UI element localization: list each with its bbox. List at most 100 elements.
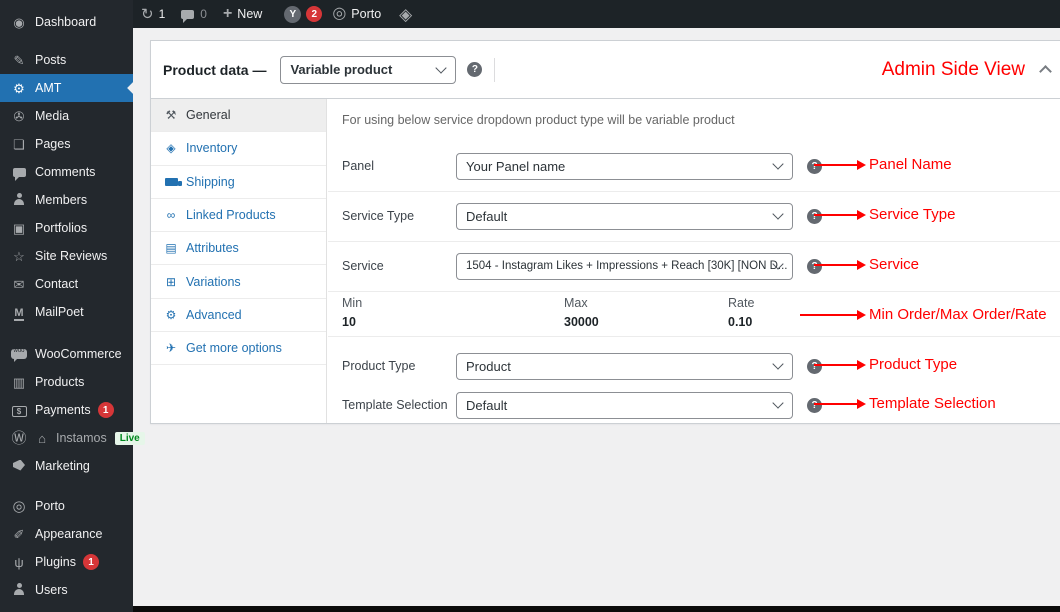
tab-label: Advanced [186, 307, 242, 322]
sidebar-label: WooCommerce [35, 347, 122, 361]
sidebar-label: Dashboard [35, 15, 97, 29]
sidebar-item-members[interactable]: Members [0, 186, 133, 214]
panel-label: Panel [342, 159, 374, 173]
sidebar-item-users[interactable]: Users [0, 576, 133, 604]
topbar-updates[interactable]: ↻ 1 [141, 7, 165, 22]
plane-icon: ✈ [165, 341, 177, 356]
sidebar-label: Porto [35, 499, 65, 513]
yoast-notification-badge: 2 [306, 6, 323, 22]
service-type-select[interactable]: Default [456, 202, 793, 230]
template-selection-select[interactable]: Default [456, 391, 793, 419]
service-type-annotation: Service Type [869, 206, 956, 223]
sidebar-label: Marketing [35, 459, 90, 473]
tab-general[interactable]: ⚒ General [151, 99, 326, 133]
tab-label: Get more options [186, 341, 282, 356]
pushpin-icon: ✎ [13, 52, 25, 68]
sidebar-item-site-reviews[interactable]: ☆ Site Reviews [0, 242, 133, 270]
gear-icon: ⚙ [13, 80, 25, 96]
porto-icon: ◎ [332, 5, 347, 22]
topbar-porto[interactable]: ◎ Porto [332, 6, 381, 22]
help-icon[interactable]: ? [807, 358, 822, 374]
template-selection-annotation: Template Selection [869, 395, 996, 412]
sidebar-label: Products [35, 375, 85, 389]
product-type-label: Product Type [342, 359, 416, 373]
tab-label: Shipping [186, 174, 235, 189]
plus-icon: + [222, 5, 233, 22]
annotation-arrow [814, 210, 866, 220]
sidebar-item-portfolios[interactable]: ▣ Portfolios [0, 214, 133, 242]
sidebar-item-site-instamos[interactable]: Ⓦ ⌂ Instamos Live [0, 424, 145, 452]
sidebar-label: Users [35, 583, 68, 597]
media-icon: ✇ [13, 108, 25, 124]
tab-label: Variations [186, 274, 241, 289]
variable-product-info-text: For using below service dropdown product… [342, 113, 735, 127]
sidebar-label: Members [35, 193, 88, 207]
product-type-field-value: Product [466, 358, 511, 374]
star-icon: ☆ [13, 248, 25, 264]
tab-get-more-options[interactable]: ✈ Get more options [151, 332, 326, 366]
template-selection-label: Template Selection [342, 398, 448, 412]
sidebar-item-woocommerce[interactable]: WooCommerce [0, 340, 133, 368]
sidebar-item-appearance[interactable]: ✐ Appearance [0, 520, 133, 548]
truck-icon [163, 176, 182, 188]
help-icon[interactable]: ? [807, 208, 822, 224]
tab-shipping[interactable]: Shipping [151, 166, 326, 199]
sidebar-label: Posts [35, 53, 67, 67]
payments-icon: $ [10, 403, 28, 418]
tab-linked-products[interactable]: ∞ Linked Products [151, 199, 326, 233]
sidebar-item-payments[interactable]: $ Payments 1 [0, 396, 133, 424]
payments-badge: 1 [97, 402, 114, 418]
help-icon[interactable]: ? [467, 62, 483, 77]
panel-select-value: Your Panel name [466, 158, 566, 174]
sidebar-item-pages[interactable]: ❏ Pages [0, 130, 133, 158]
tab-advanced[interactable]: ⚙ Advanced [151, 299, 326, 333]
tab-variations[interactable]: ⊞ Variations [151, 265, 326, 299]
max-header: Max [564, 296, 588, 310]
topbar-gem[interactable]: ◈ [399, 6, 412, 23]
sidebar-label: AMT [35, 81, 62, 95]
annotation-arrow [814, 160, 866, 170]
wordpress-admin-screen: ↻ 1 0 + New Y 2 ◎ Porto ◈ ◉ Dashboard ✎ [0, 0, 1060, 612]
sidebar-item-media[interactable]: ✇ Media [0, 102, 133, 130]
portfolio-icon: ▣ [12, 220, 26, 236]
annotation-arrow [800, 310, 866, 320]
service-annotation: Service [869, 256, 920, 273]
service-select-value: 1504 - Instagram Likes + Impressions + R… [466, 260, 788, 272]
topbar-yoast[interactable]: Y 2 [284, 5, 323, 23]
service-select[interactable]: 1504 - Instagram Likes + Impressions + R… [456, 252, 793, 280]
topbar-comments[interactable]: 0 [181, 7, 207, 23]
tab-inventory[interactable]: ◈ Inventory [151, 132, 326, 166]
sidebar-item-products[interactable]: ▥ Products [0, 368, 133, 396]
admin-side-view-annotation: Admin Side View [881, 58, 1025, 80]
sidebar-item-amt[interactable]: ⚙ AMT [0, 74, 133, 102]
sidebar-item-mailpoet[interactable]: M MailPoet [0, 298, 133, 326]
rate-value: 0.10 [728, 315, 753, 329]
sidebar-item-posts[interactable]: ✎ Posts [0, 46, 133, 74]
comments-count: 0 [200, 7, 207, 21]
service-type-select-value: Default [466, 208, 508, 224]
sidebar-item-porto[interactable]: ◎ Porto [0, 492, 133, 520]
tab-label: Inventory [186, 141, 238, 156]
product-type-field-select[interactable]: Product [456, 352, 793, 380]
home-icon: ⌂ [38, 430, 46, 446]
sidebar-item-contact[interactable]: ✉ Contact [0, 270, 133, 298]
tab-attributes[interactable]: ▤ Attributes [151, 232, 326, 266]
product-type-select[interactable]: Variable product [280, 55, 457, 84]
panel-select[interactable]: Your Panel name [456, 152, 793, 180]
link-icon: ∞ [166, 208, 176, 223]
person-icon [10, 193, 28, 207]
max-value: 30000 [564, 315, 599, 329]
metabox-collapse-chevron-icon[interactable] [1039, 65, 1052, 78]
help-icon[interactable]: ? [807, 258, 822, 274]
topbar-new[interactable]: + New [223, 6, 262, 22]
sidebar-item-plugins[interactable]: ψ Plugins 1 [0, 548, 133, 576]
sidebar-item-marketing[interactable]: Marketing [0, 452, 133, 480]
admin-top-bar: ↻ 1 0 + New Y 2 ◎ Porto ◈ [133, 0, 1060, 28]
sidebar-item-comments[interactable]: Comments [0, 158, 133, 186]
sidebar-item-dashboard[interactable]: ◉ Dashboard [0, 8, 133, 36]
help-icon[interactable]: ? [807, 158, 822, 174]
help-icon[interactable]: ? [807, 397, 822, 413]
envelope-icon: ✉ [13, 276, 25, 292]
annotation-arrow [814, 360, 866, 370]
sidebar-label: Appearance [35, 527, 103, 541]
